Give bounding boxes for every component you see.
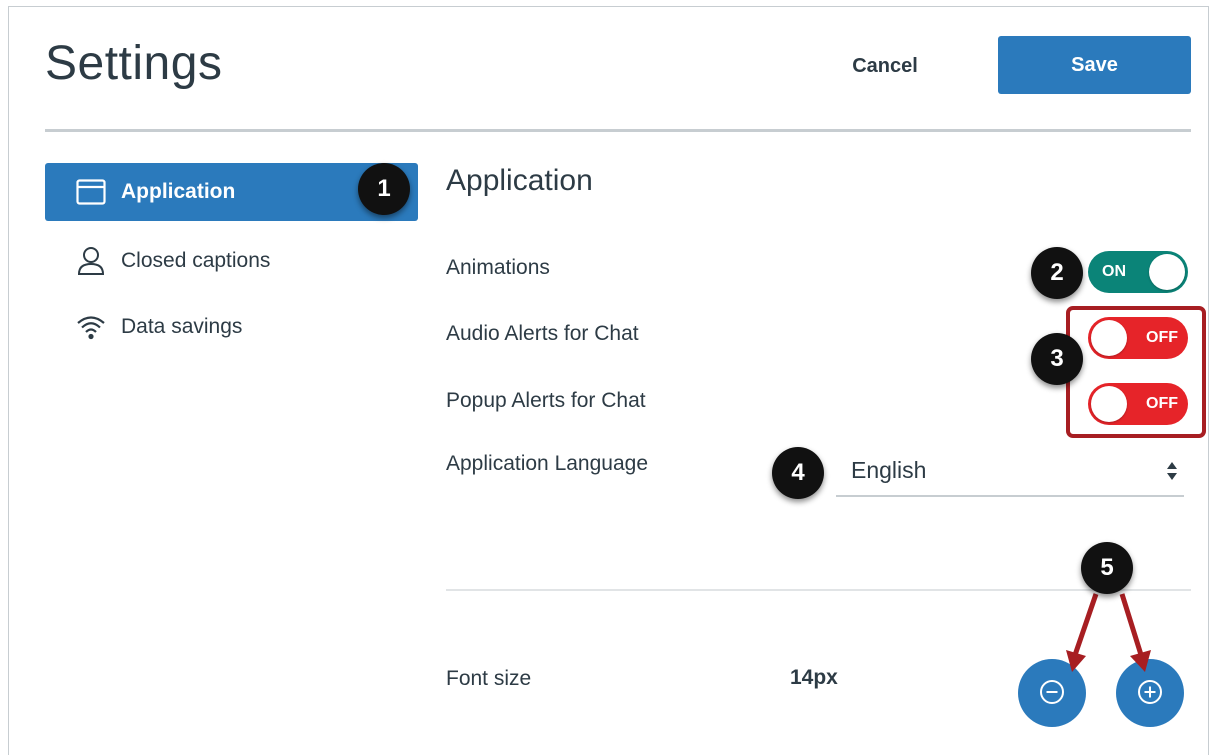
annotation-arrows [1066, 593, 1151, 672]
section-title: Application [446, 164, 593, 197]
callout-3: 3 [1031, 333, 1083, 385]
language-select[interactable]: English [836, 445, 1184, 497]
settings-window [8, 6, 1209, 755]
toggle-highlight-box [1066, 306, 1206, 438]
font-size-label: Font size [446, 667, 532, 690]
animations-toggle[interactable]: ON [1088, 251, 1188, 293]
callout-4: 4 [772, 447, 824, 499]
wifi-icon [75, 311, 107, 343]
person-icon [75, 245, 107, 277]
page-title: Settings [45, 37, 223, 90]
popup-alerts-label: Popup Alerts for Chat [446, 389, 646, 412]
toggle-knob [1149, 254, 1185, 290]
font-size-value: 14px [790, 666, 838, 689]
save-button[interactable]: Save [998, 36, 1191, 94]
callout-5: 5 [1081, 542, 1133, 594]
callout-2: 2 [1031, 247, 1083, 299]
browser-window-icon [75, 176, 107, 208]
audio-alerts-label: Audio Alerts for Chat [446, 322, 639, 345]
sidebar-item-label: Data savings [121, 315, 243, 338]
cancel-button[interactable]: Cancel [820, 40, 950, 92]
toggle-text: ON [1102, 263, 1126, 280]
header-divider [45, 129, 1191, 132]
sidebar-item-label: Closed captions [121, 249, 271, 272]
select-arrows-icon [1166, 459, 1178, 483]
language-select-value: English [851, 456, 927, 483]
minus-circle-icon [1039, 679, 1065, 708]
sidebar-item-data-savings[interactable]: Data savings [45, 298, 418, 356]
language-label: Application Language [446, 452, 649, 475]
sidebar-item-closed-captions[interactable]: Closed captions [45, 232, 418, 290]
animations-label: Animations [446, 256, 550, 279]
callout-1: 1 [358, 163, 410, 215]
sidebar-item-label: Application [121, 180, 236, 203]
plus-circle-icon [1137, 679, 1163, 708]
